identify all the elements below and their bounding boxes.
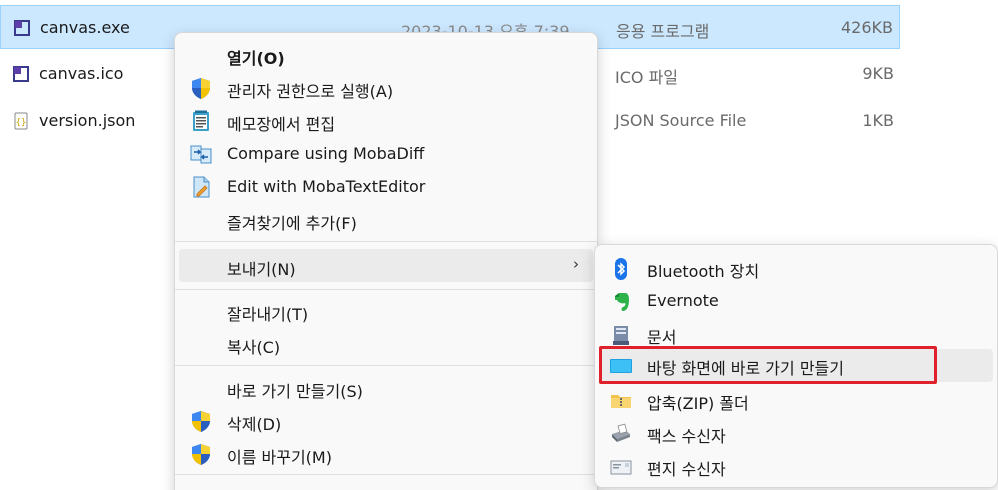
menu-item-cut[interactable]: 잘라내기(T) [179,294,593,327]
file-name: canvas.exe [40,18,130,37]
file-type: JSON Source File [615,111,747,130]
send-to-label: 압축(ZIP) 폴더 [647,394,749,413]
send-to-mail-recipient[interactable]: 편지 수신자 [599,450,993,483]
menu-item-label: 보내기(N) [227,260,296,279]
menu-separator [175,289,597,290]
menu-item-mobadiff[interactable]: Compare using MobaDiff [179,137,593,170]
menu-item-copy[interactable]: 복사(C) [179,327,593,360]
menu-item-label: 이름 바꾸기(M) [227,448,332,467]
documents-icon [613,326,629,345]
chevron-right-icon: › [573,255,579,273]
file-name: version.json [39,111,136,130]
file-size: 9KB [862,64,894,83]
evernote-icon [615,293,629,311]
menu-separator [175,365,597,366]
send-to-label: 문서 [647,328,677,347]
uac-shield-icon [192,411,210,432]
send-to-label: Evernote [647,291,719,310]
file-size: 426KB [840,18,893,37]
menu-item-label: 관리자 권한으로 실행(A) [227,82,394,101]
bluetooth-icon [615,258,627,280]
menu-item-label: 열기(O) [227,49,285,68]
mobadiff-icon [190,145,212,164]
menu-item-run-as-admin[interactable]: 관리자 권한으로 실행(A) [179,71,593,104]
send-to-label: 팩스 수신자 [647,427,726,446]
mail-recipient-icon [610,460,632,475]
send-to-documents[interactable]: 문서 [599,318,993,351]
send-to-fax[interactable]: 팩스 수신자 [599,417,993,450]
menu-item-create-shortcut[interactable]: 바로 가기 만들기(S) [179,371,593,404]
menu-item-label: Compare using MobaDiff [227,144,425,163]
send-to-label: Bluetooth 장치 [647,262,760,281]
file-type: 응용 프로그램 [616,22,710,41]
menu-item-add-favorites[interactable]: 즐겨찾기에 추가(F) [179,203,593,236]
menu-item-label: 바로 가기 만들기(S) [227,382,363,401]
menu-item-send-to[interactable]: 보내기(N) › [179,249,593,282]
send-to-submenu: Bluetooth 장치 Evernote 문서 바탕 화면에 바로 가기 만들… [594,244,998,488]
send-to-bluetooth[interactable]: Bluetooth 장치 [599,252,993,285]
menu-item-label: 즐겨찾기에 추가(F) [227,214,357,233]
menu-item-properties[interactable]: 속성 [179,479,593,490]
send-to-zip-folder[interactable]: 압축(ZIP) 폴더 [599,384,993,417]
menu-item-label: 삭제(D) [227,415,282,434]
menu-item-rename[interactable]: 이름 바꾸기(M) [179,437,593,470]
file-type: ICO 파일 [615,68,679,87]
menu-item-label: 복사(C) [227,338,281,357]
desktop-icon [610,359,632,373]
menu-item-label: 메모장에서 편집 [227,115,336,134]
mobatexteditor-icon [193,176,210,198]
svg-text:{}: {} [16,118,27,128]
send-to-evernote[interactable]: Evernote [599,285,993,318]
fax-icon [612,423,630,442]
send-to-label: 바탕 화면에 바로 가기 만들기 [647,359,844,378]
file-size: 1KB [862,111,894,130]
notepad-icon [193,110,209,131]
file-name: canvas.ico [39,64,124,83]
menu-item-label: Edit with MobaTextEditor [227,177,426,196]
zip-folder-icon [611,395,631,408]
menu-separator [175,474,597,475]
send-to-desktop-shortcut[interactable]: 바탕 화면에 바로 가기 만들기 [599,349,993,382]
uac-shield-icon [192,444,210,465]
json-icon: {} [14,112,28,130]
uac-shield-icon [192,78,210,99]
menu-item-delete[interactable]: 삭제(D) [179,404,593,437]
menu-item-label: 잘라내기(T) [227,305,309,324]
context-menu: 열기(O) 관리자 권한으로 실행(A) 메모장에서 편집 Compare us… [174,32,598,490]
menu-item-label: 속성 [227,486,256,490]
send-to-label: 편지 수신자 [647,460,726,479]
ico-icon [13,66,29,82]
menu-separator [175,241,597,242]
exe-icon [14,20,30,36]
menu-item-edit-notepad[interactable]: 메모장에서 편집 [179,104,593,137]
menu-item-open[interactable]: 열기(O) [179,38,593,71]
menu-item-mobatexteditor[interactable]: Edit with MobaTextEditor [179,170,593,203]
